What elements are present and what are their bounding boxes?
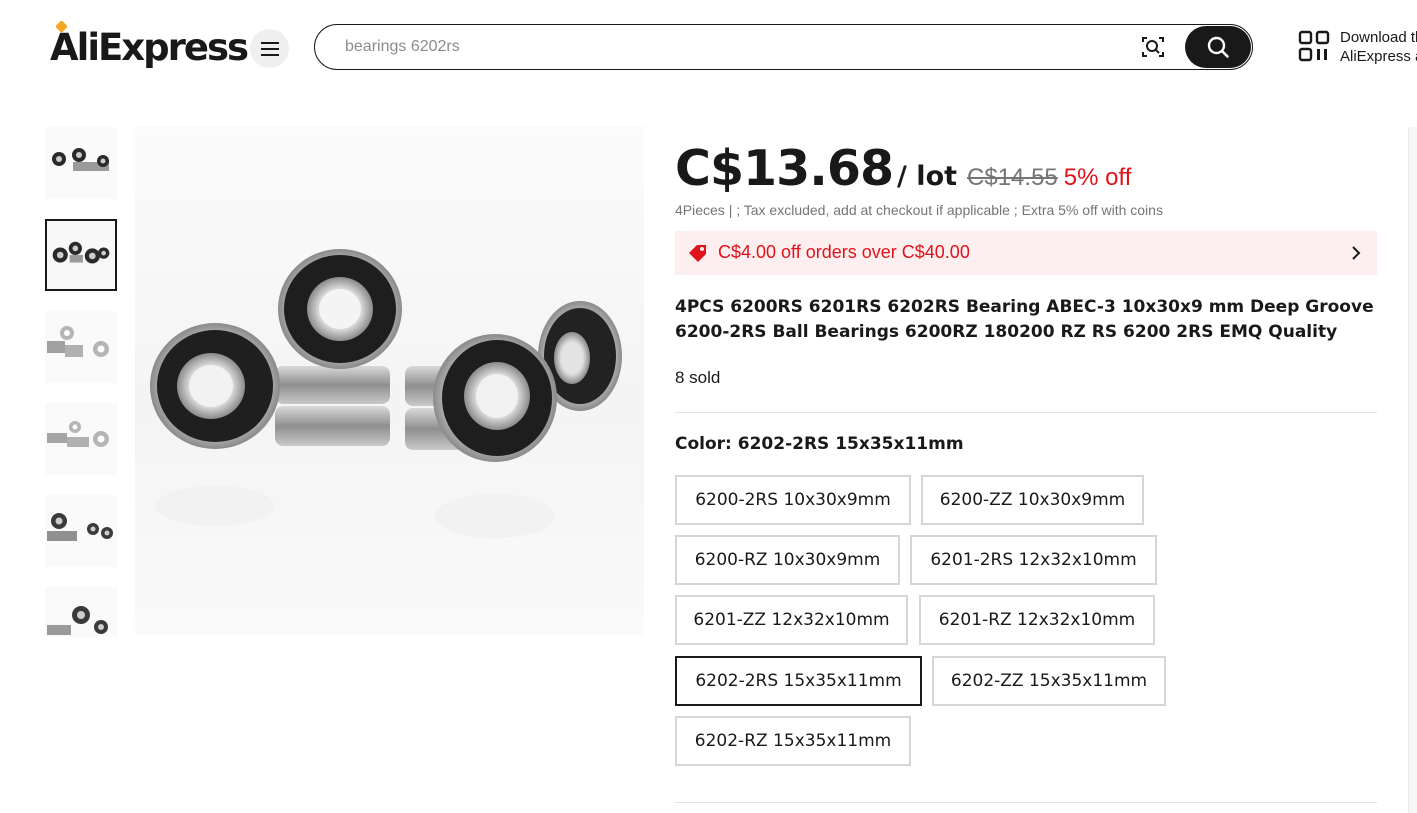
thumbnail-5[interactable]: [45, 495, 117, 567]
sku-option[interactable]: 6200-RZ 10x30x9mm: [675, 535, 900, 585]
download-app-link[interactable]: Download the AliExpress app: [1298, 28, 1417, 68]
download-line-1: Download the: [1340, 29, 1417, 46]
thumbnail-3[interactable]: [45, 311, 117, 383]
divider: [675, 412, 1377, 413]
main-product-image[interactable]: [135, 126, 644, 635]
price-note: 4Pieces | ; Tax excluded, add at checkou…: [675, 202, 1163, 218]
search-button[interactable]: [1185, 26, 1251, 68]
coupon-text: C$4.00 off orders over C$40.00: [718, 242, 970, 262]
search-input[interactable]: [345, 25, 1125, 69]
aliexpress-logo[interactable]: AliExpress: [50, 20, 249, 69]
current-price: C$13.68: [675, 140, 894, 197]
search-bar: [314, 24, 1253, 70]
original-price: C$14.55: [967, 164, 1058, 191]
search-icon: [1207, 36, 1229, 58]
side-panel-edge: [1408, 127, 1417, 813]
bearing-photo: [150, 249, 622, 538]
menu-button[interactable]: [250, 29, 289, 68]
chevron-right-icon: [1352, 246, 1361, 260]
sku-option[interactable]: 6202-ZZ 15x35x11mm: [932, 656, 1166, 706]
download-line-2: AliExpress app: [1340, 48, 1417, 65]
coupon-banner[interactable]: C$4.00 off orders over C$40.00: [675, 231, 1377, 275]
sku-option[interactable]: 6200-2RS 10x30x9mm: [675, 475, 911, 525]
sku-option[interactable]: 6202-RZ 15x35x11mm: [675, 716, 911, 766]
sku-option[interactable]: 6201-RZ 12x32x10mm: [919, 595, 1155, 645]
discount-badge: 5% off: [1063, 164, 1132, 191]
price-row: C$13.68/ lot C$14.55 5% off: [675, 140, 1131, 197]
divider: [675, 802, 1377, 803]
qr-code-icon: [1298, 30, 1330, 62]
sku-option-selected[interactable]: 6202-2RS 15x35x11mm: [675, 656, 922, 706]
menu-icon: [260, 41, 279, 56]
logo-text: AliExpress: [50, 26, 249, 69]
sku-option[interactable]: 6200-ZZ 10x30x9mm: [921, 475, 1144, 525]
sku-option[interactable]: 6201-ZZ 12x32x10mm: [675, 595, 908, 645]
color-label: Color: 6202-2RS 15x35x11mm: [675, 434, 964, 454]
sold-count: 8 sold: [675, 368, 721, 387]
product-title: 4PCS 6200RS 6201RS 6202RS Bearing ABEC-3…: [675, 297, 1374, 342]
thumbnail-1[interactable]: [45, 127, 117, 199]
thumbnail-6[interactable]: [45, 587, 117, 637]
sku-option[interactable]: 6201-2RS 12x32x10mm: [910, 535, 1157, 585]
thumbnail-4[interactable]: [45, 403, 117, 475]
thumbnail-2[interactable]: [45, 219, 117, 291]
image-search-icon[interactable]: [1141, 35, 1165, 59]
site-header: AliExpress Downlo: [0, 0, 1417, 95]
coupon-tag-icon: [689, 245, 706, 262]
price-unit: / lot: [897, 161, 958, 192]
